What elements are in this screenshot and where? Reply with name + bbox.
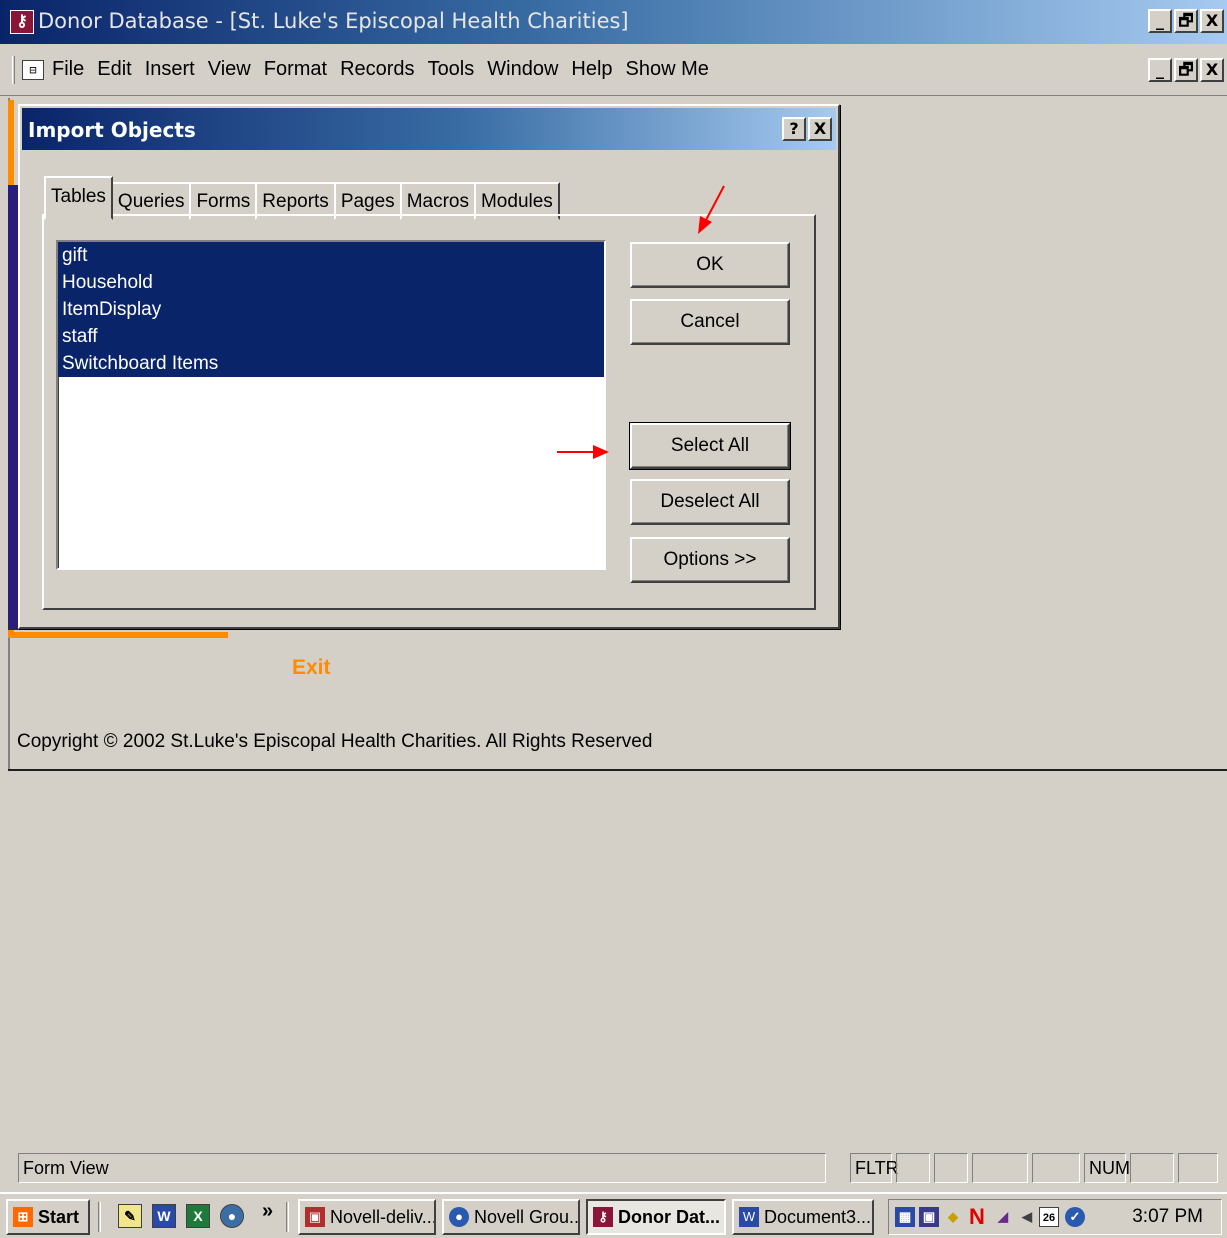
- dialog-title: Import Objects: [28, 118, 196, 142]
- task-donor-database[interactable]: ⚷ Donor Dat...: [586, 1199, 726, 1235]
- taskbar-separator: [286, 1202, 289, 1232]
- minimize-button[interactable]: _: [1148, 9, 1172, 33]
- task-novell-delivery[interactable]: ▣ Novell-deliv...: [298, 1199, 436, 1235]
- menu-show-me[interactable]: Show Me: [626, 58, 709, 81]
- list-item[interactable]: gift: [58, 242, 604, 269]
- menu-file[interactable]: File: [52, 58, 84, 81]
- list-item[interactable]: Switchboard Items: [58, 350, 604, 377]
- status-mode: Form View: [18, 1153, 826, 1183]
- dialog-title-bar: Import Objects ? X: [22, 108, 836, 150]
- pencil-tray-icon[interactable]: ◆: [943, 1207, 963, 1227]
- copyright-text: Copyright © 2002 St.Luke's Episcopal Hea…: [17, 731, 653, 752]
- volume-tray-icon[interactable]: ◀: [1017, 1207, 1037, 1227]
- tables-listbox[interactable]: gift Household ItemDisplay staff Switchb…: [56, 240, 606, 570]
- menu-edit[interactable]: Edit: [97, 58, 131, 81]
- menu-bar: ⊟ File Edit Insert View Format Records T…: [0, 44, 1227, 96]
- word-quicklaunch-icon[interactable]: W: [152, 1204, 176, 1228]
- options-button[interactable]: Options >>: [630, 537, 790, 583]
- list-item[interactable]: Household: [58, 269, 604, 296]
- calendar-tray-icon[interactable]: 26: [1039, 1207, 1059, 1227]
- quicklaunch-more-icon[interactable]: »: [262, 1200, 273, 1223]
- restore-button[interactable]: 🗗: [1174, 9, 1198, 33]
- window-title: Donor Database - [St. Luke's Episcopal H…: [38, 9, 629, 33]
- novell-delivery-icon: ▣: [305, 1207, 325, 1227]
- status-cell: [1130, 1153, 1174, 1183]
- access-task-icon: ⚷: [593, 1207, 613, 1227]
- document-window-controls: _ 🗗 X: [1148, 58, 1224, 82]
- status-cell: [1032, 1153, 1080, 1183]
- task-label: Novell Grou...: [474, 1207, 580, 1227]
- select-all-button[interactable]: Select All: [629, 422, 791, 470]
- list-item[interactable]: ItemDisplay: [58, 296, 604, 323]
- excel-quicklaunch-icon[interactable]: X: [186, 1204, 210, 1228]
- task-label: Document3...: [764, 1207, 872, 1227]
- show-desktop-icon[interactable]: ✎: [118, 1204, 142, 1228]
- menu-window[interactable]: Window: [487, 58, 558, 81]
- access-app-icon[interactable]: ⚷: [10, 10, 34, 34]
- windows-logo-icon: ⊞: [13, 1207, 33, 1227]
- status-fltr: FLTR: [850, 1153, 899, 1183]
- list-item[interactable]: staff: [58, 323, 604, 350]
- help-button[interactable]: ?: [782, 117, 806, 141]
- groupwise-icon: ●: [449, 1207, 469, 1227]
- window-controls: _ 🗗 X: [1148, 9, 1224, 33]
- menu-view[interactable]: View: [208, 58, 251, 81]
- exit-link[interactable]: Exit: [292, 656, 331, 680]
- deselect-all-button[interactable]: Deselect All: [630, 479, 790, 525]
- taskbar: ⊞ Start ✎ W X ● » ▣ Novell-deliv... ● No…: [0, 1192, 1227, 1238]
- task-label: Novell-deliv...: [330, 1207, 436, 1227]
- doc-close-button[interactable]: X: [1200, 58, 1224, 82]
- task-novell-groupwise[interactable]: ● Novell Grou...: [442, 1199, 580, 1235]
- monitor-tray-icon[interactable]: ▣: [919, 1207, 939, 1227]
- novell-n-tray-icon[interactable]: N: [967, 1206, 987, 1228]
- browser-quicklaunch-icon[interactable]: ●: [220, 1204, 244, 1228]
- status-cell: [934, 1153, 968, 1183]
- menu-format[interactable]: Format: [264, 58, 327, 81]
- cancel-button[interactable]: Cancel: [630, 299, 790, 345]
- menu-items: File Edit Insert View Format Records Too…: [52, 58, 709, 81]
- select-all-annotation-arrow-icon: [557, 445, 609, 459]
- start-button[interactable]: ⊞ Start: [6, 1199, 90, 1235]
- ok-button[interactable]: OK: [630, 242, 790, 288]
- word-task-icon: W: [739, 1207, 759, 1227]
- status-num: NUM: [1084, 1153, 1130, 1183]
- tab-tables[interactable]: Tables: [44, 176, 113, 220]
- task-document3[interactable]: W Document3...: [732, 1199, 874, 1235]
- form-divider: [8, 769, 1227, 771]
- dialog-controls: ? X: [782, 117, 832, 141]
- ok-annotation-arrow-icon: [698, 185, 725, 234]
- app-title-bar: ⚷ Donor Database - [St. Luke's Episcopal…: [0, 0, 1227, 44]
- clock[interactable]: 3:07 PM: [1132, 1206, 1203, 1228]
- toolbar-grip[interactable]: [12, 56, 15, 84]
- doc-minimize-button[interactable]: _: [1148, 58, 1172, 82]
- menu-insert[interactable]: Insert: [145, 58, 195, 81]
- status-bar: Form View FLTR NUM: [8, 1150, 1227, 1186]
- start-label: Start: [38, 1207, 80, 1227]
- network-tray-icon[interactable]: ▦: [895, 1207, 915, 1227]
- menu-records[interactable]: Records: [340, 58, 414, 81]
- status-cell: [896, 1153, 930, 1183]
- doc-restore-button[interactable]: 🗗: [1174, 58, 1198, 82]
- task-label: Donor Dat...: [618, 1207, 720, 1227]
- taskbar-separator: [98, 1202, 101, 1232]
- system-tray: ▦ ▣ ◆ N ◢ ◀ 26 ✓ 3:07 PM: [888, 1199, 1222, 1235]
- update-tray-icon[interactable]: ✓: [1065, 1207, 1085, 1227]
- menu-tools[interactable]: Tools: [428, 58, 475, 81]
- dialog-close-button[interactable]: X: [808, 117, 832, 141]
- menu-help[interactable]: Help: [571, 58, 612, 81]
- status-cell: [1178, 1153, 1218, 1183]
- form-icon[interactable]: ⊟: [22, 60, 44, 80]
- status-cell: [972, 1153, 1028, 1183]
- close-button[interactable]: X: [1200, 9, 1224, 33]
- chart-tray-icon[interactable]: ◢: [993, 1207, 1013, 1227]
